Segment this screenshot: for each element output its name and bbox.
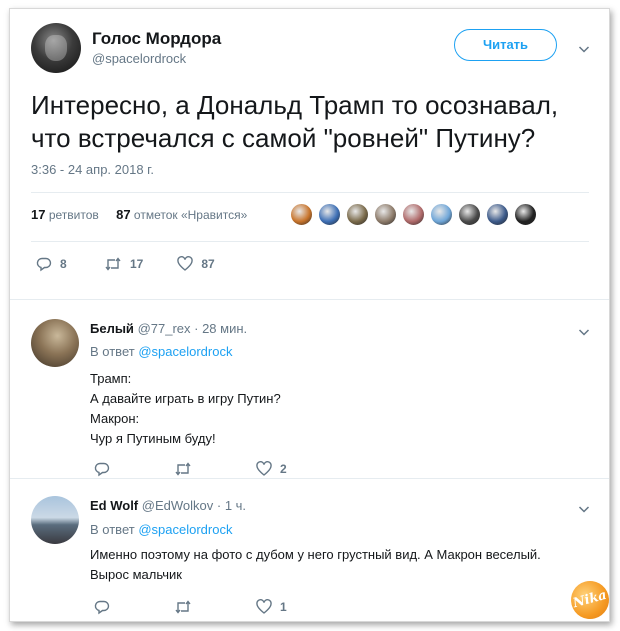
- reply-icon: [94, 462, 110, 477]
- likes-count: 87: [116, 207, 131, 222]
- reply-author-handle[interactable]: @EdWolkov: [142, 498, 213, 513]
- reply-actions: 2: [94, 461, 320, 477]
- chevron-down-icon[interactable]: [578, 326, 590, 338]
- main-tweet: Голос Мордора @spacelordrock Читать Инте…: [10, 9, 609, 299]
- like-button[interactable]: 2: [256, 461, 290, 477]
- like-count: 87: [201, 257, 215, 271]
- heart-icon: [256, 461, 272, 476]
- reply-button[interactable]: [94, 461, 128, 477]
- retweets-count: 17: [31, 207, 46, 222]
- reply-text-line: Чур я Путиным буду!: [90, 431, 216, 446]
- reply-avatar[interactable]: [31, 319, 79, 367]
- tweet-screenshot-frame: Голос Мордора @spacelordrock Читать Инте…: [9, 8, 614, 624]
- reply-to-label: В ответ: [90, 522, 135, 537]
- reply-to-handle[interactable]: @spacelordrock: [138, 344, 232, 359]
- chevron-down-icon[interactable]: [578, 503, 590, 515]
- tweet-text-line: что встречался с самой "ровней" Путину?: [31, 123, 536, 153]
- reply-author-handle[interactable]: @77_rex: [138, 321, 191, 336]
- liker-avatar[interactable]: [430, 203, 453, 226]
- author-name[interactable]: Голос Мордора: [92, 29, 221, 49]
- tweet-text-line: Интересно, а Дональд Трамп то осознавал,: [31, 90, 559, 120]
- divider: [31, 241, 589, 242]
- reply-to-line: В ответ @spacelordrock: [90, 522, 232, 537]
- liker-avatar[interactable]: [290, 203, 313, 226]
- reply-tweet[interactable]: Ed Wolf @EdWolkov · 1 ч. В ответ @spacel…: [10, 478, 609, 623]
- likes-label: отметок «Нравится»: [133, 208, 248, 222]
- reply-icon: [94, 600, 110, 615]
- reply-actions: 1: [94, 599, 320, 615]
- reply-header: Белый @77_rex · 28 мин.: [90, 321, 247, 336]
- reply-author-name[interactable]: Белый: [90, 321, 134, 336]
- reply-text: Трамп: А давайте играть в игру Путин? Ма…: [90, 369, 590, 449]
- reply-author-name[interactable]: Ed Wolf: [90, 498, 138, 513]
- reply-to-line: В ответ @spacelordrock: [90, 344, 232, 359]
- retweet-button[interactable]: 17: [104, 256, 143, 272]
- like-button[interactable]: 87: [177, 256, 215, 272]
- reply-text: Именно поэтому на фото с дубом у него гр…: [90, 545, 600, 585]
- retweet-button[interactable]: [174, 461, 210, 477]
- like-button[interactable]: 1: [256, 599, 290, 615]
- retweet-button[interactable]: [174, 599, 210, 615]
- follow-button[interactable]: Читать: [454, 29, 557, 61]
- reply-tweet[interactable]: Белый @77_rex · 28 мин. В ответ @spacelo…: [10, 299, 609, 477]
- reply-text-line: Вырос мальчик: [90, 567, 182, 582]
- like-count: 2: [280, 462, 287, 476]
- heart-icon: [256, 599, 272, 614]
- reply-text-line: Макрон:: [90, 411, 140, 426]
- retweet-icon: [105, 257, 121, 271]
- likers-avatars: [290, 203, 542, 226]
- like-count: 1: [280, 600, 287, 614]
- liker-avatar[interactable]: [402, 203, 425, 226]
- reply-text-line: Именно поэтому на фото с дубом у него гр…: [90, 547, 541, 562]
- divider: [31, 192, 589, 193]
- retweets-stat[interactable]: 17 ретвитов: [31, 207, 99, 222]
- liker-avatar[interactable]: [514, 203, 537, 226]
- reply-avatar[interactable]: [31, 496, 79, 544]
- reply-text-line: Трамп:: [90, 371, 132, 386]
- liker-avatar[interactable]: [346, 203, 369, 226]
- reply-button[interactable]: 8: [36, 256, 70, 272]
- reply-to-handle[interactable]: @spacelordrock: [138, 522, 232, 537]
- tweet-text: Интересно, а Дональд Трамп то осознавал,…: [31, 89, 601, 155]
- reply-time[interactable]: · 1 ч.: [217, 498, 246, 513]
- tweet-stats: 17 ретвитов 87 отметок «Нравится»: [31, 207, 261, 222]
- chevron-down-icon[interactable]: [578, 43, 590, 55]
- reply-icon: [36, 257, 52, 272]
- retweets-label: ретвитов: [48, 208, 99, 222]
- reply-text-line: А давайте играть в игру Путин?: [90, 391, 281, 406]
- tweet-timestamp[interactable]: 3:36 - 24 апр. 2018 г.: [31, 162, 154, 177]
- tweet-actions: 8 17 87: [36, 256, 245, 272]
- reply-header: Ed Wolf @EdWolkov · 1 ч.: [90, 498, 246, 513]
- liker-avatar[interactable]: [374, 203, 397, 226]
- liker-avatar[interactable]: [486, 203, 509, 226]
- retweet-icon: [175, 600, 191, 614]
- heart-icon: [177, 256, 194, 271]
- reply-count: 8: [60, 257, 67, 271]
- reply-button[interactable]: [94, 599, 128, 615]
- likes-stat[interactable]: 87 отметок «Нравится»: [116, 207, 247, 222]
- reply-time[interactable]: · 28 мин.: [194, 321, 247, 336]
- reply-to-label: В ответ: [90, 344, 135, 359]
- retweet-count: 17: [130, 257, 144, 271]
- author-handle[interactable]: @spacelordrock: [92, 51, 186, 66]
- liker-avatar[interactable]: [458, 203, 481, 226]
- author-avatar[interactable]: [31, 23, 81, 73]
- liker-avatar[interactable]: [318, 203, 341, 226]
- retweet-icon: [175, 462, 191, 476]
